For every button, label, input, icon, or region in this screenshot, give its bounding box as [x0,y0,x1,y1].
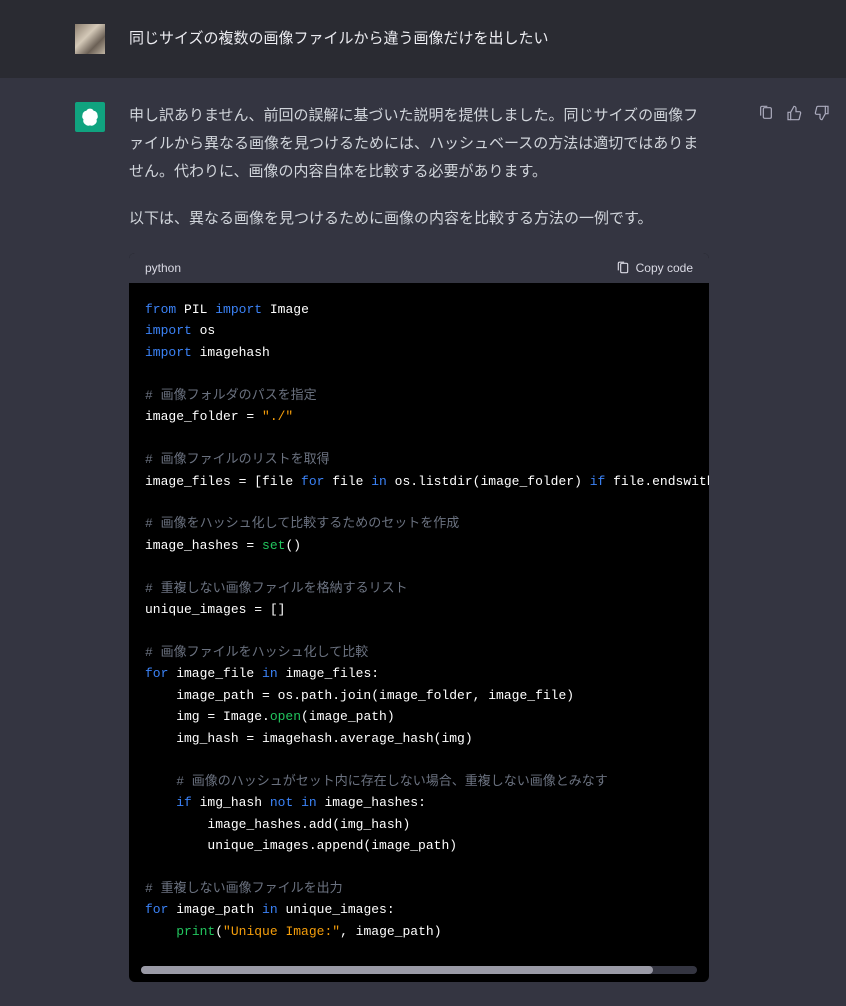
copy-code-label: Copy code [636,261,693,275]
response-row: 申し訳ありません、前回の誤解に基づいた説明を提供しました。同じサイズの画像ファイ… [0,78,846,1006]
assistant-logo-icon [80,107,100,127]
conversation-header: 同じサイズの複数の画像ファイルから違う画像だけを出したい [0,0,846,78]
clipboard-icon [616,261,630,275]
user-avatar [75,24,105,54]
horizontal-scrollbar[interactable] [141,966,697,974]
paragraph-2: 以下は、異なる画像を見つけるために画像の内容を比較する方法の一例です。 [129,205,709,233]
thumbs-down-button[interactable] [813,104,831,122]
thumbs-up-button[interactable] [785,104,803,122]
code-body[interactable]: from PIL import Image import os import i… [129,283,709,958]
assistant-avatar [75,102,105,132]
paragraph-1: 申し訳ありません、前回の誤解に基づいた説明を提供しました。同じサイズの画像ファイ… [129,102,709,185]
code-block: python Copy code from PIL import Image i… [129,253,709,982]
code-block-header: python Copy code [129,253,709,283]
message-actions [757,104,831,122]
thumbs-down-icon [814,105,830,121]
copy-code-button[interactable]: Copy code [616,261,693,275]
conversation-title: 同じサイズの複数の画像ファイルから違う画像だけを出したい [129,28,549,51]
thumbs-up-icon [786,105,802,121]
message-content: 申し訳ありません、前回の誤解に基づいた説明を提供しました。同じサイズの画像ファイ… [129,102,709,982]
copy-message-button[interactable] [757,104,775,122]
code-language-label: python [145,261,181,275]
clipboard-icon [758,105,774,121]
code-content: from PIL import Image import os import i… [145,299,693,942]
